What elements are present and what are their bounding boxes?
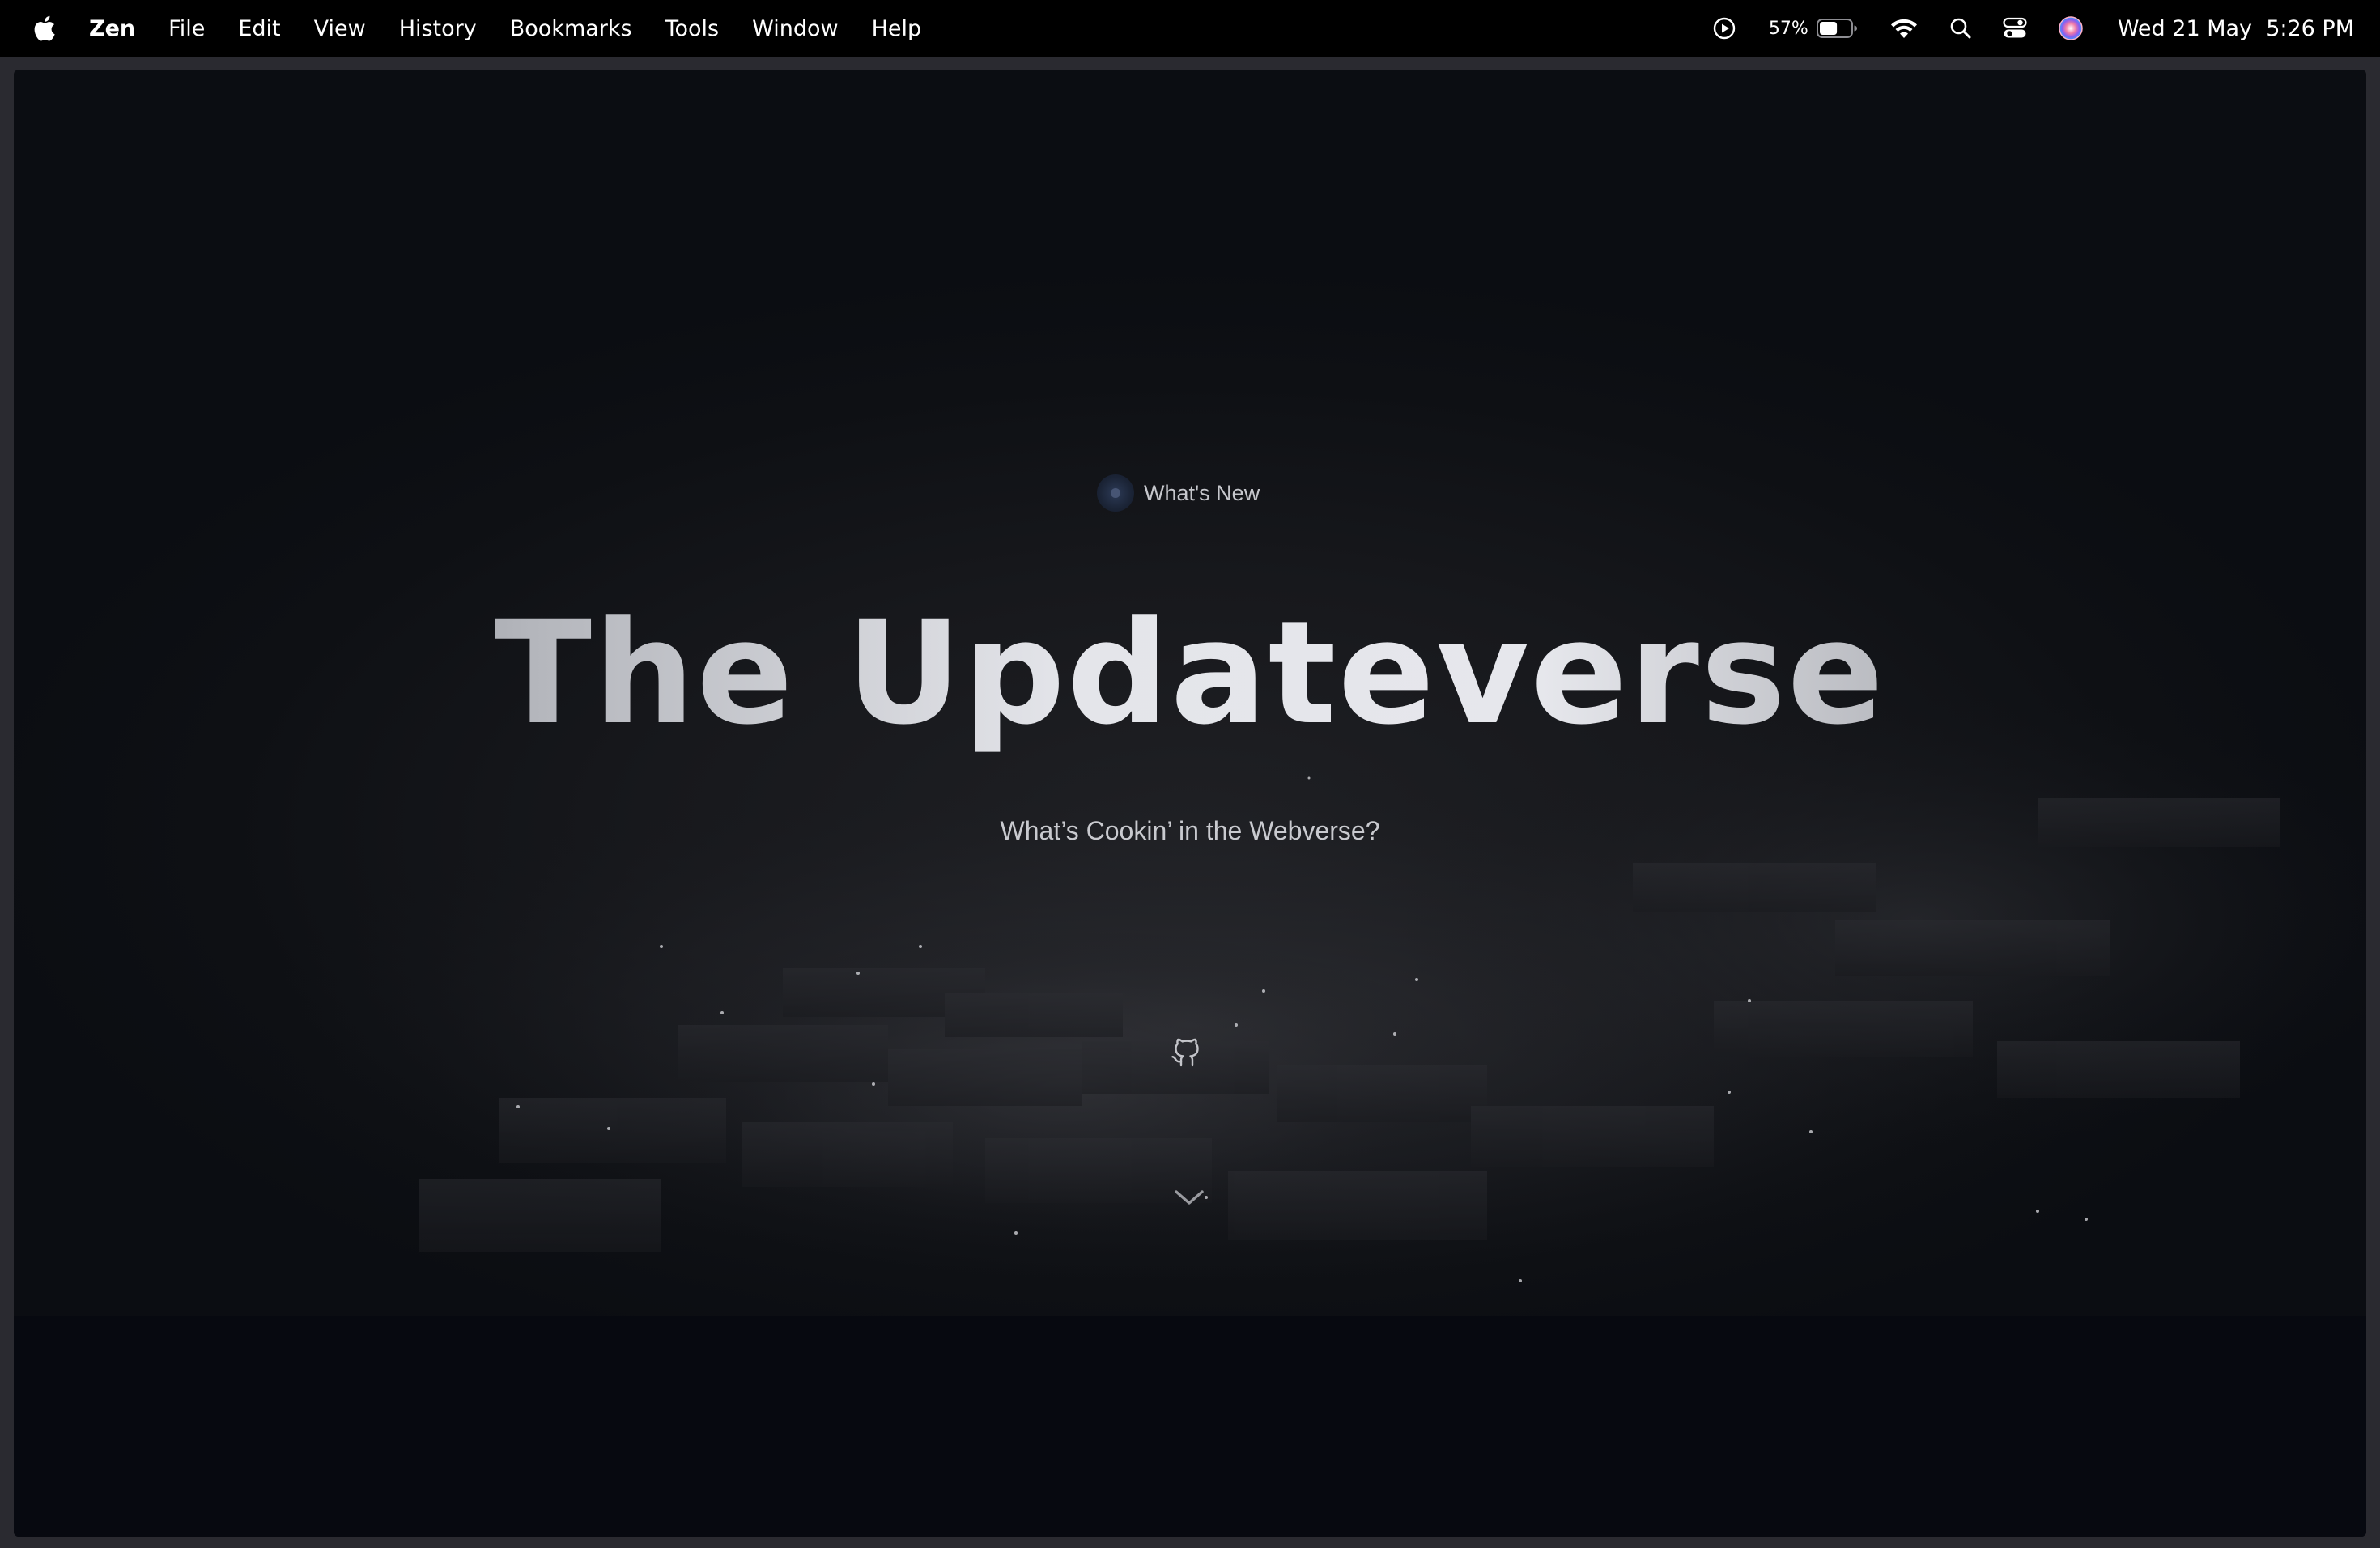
menu-view[interactable]: View: [314, 16, 366, 41]
menu-zen[interactable]: Zen: [89, 16, 135, 41]
web-page[interactable]: What's New The Updateverse What’s Cookin…: [14, 70, 2366, 1537]
menu-history[interactable]: History: [399, 16, 477, 41]
menu-window[interactable]: Window: [752, 16, 838, 41]
badge-dot-icon: [1097, 474, 1134, 512]
menubar-clock[interactable]: Wed 21 May 5:26 PM: [2118, 16, 2354, 41]
status-area: 57% Wed 21 May 5:26 PM: [1712, 0, 2354, 57]
hero-title: The Updateverse: [14, 588, 2366, 759]
menu-file[interactable]: File: [168, 16, 205, 41]
battery-icon[interactable]: [1816, 19, 1857, 38]
wifi-icon[interactable]: [1889, 17, 1919, 40]
menu-bookmarks[interactable]: Bookmarks: [510, 16, 632, 41]
control-center-icon[interactable]: [2003, 17, 2027, 40]
badge-label: What's New: [1144, 480, 1260, 505]
now-playing-icon[interactable]: [1712, 16, 1736, 40]
spotlight-search-icon[interactable]: [1949, 17, 1972, 40]
github-octocat-icon[interactable]: [1167, 1030, 1212, 1075]
siri-icon[interactable]: [2058, 15, 2084, 41]
clock-date: Wed 21 May: [2117, 15, 2253, 41]
menu-tools[interactable]: Tools: [665, 16, 720, 41]
browser-window: What's New The Updateverse What’s Cookin…: [0, 57, 2380, 1548]
page-lower-section: [14, 1316, 2366, 1537]
hero-subtitle: What’s Cookin’ in the Webverse?: [1000, 816, 1380, 845]
menu-bar: Zen File Edit View History Bookmarks Too…: [0, 0, 2380, 57]
clock-time: 5:26 PM: [2266, 15, 2354, 41]
whats-new-badge[interactable]: What's New: [1097, 471, 1260, 515]
menu-edit[interactable]: Edit: [238, 16, 280, 41]
battery-percentage: 57%: [1768, 18, 1808, 39]
menu-help[interactable]: Help: [872, 16, 922, 41]
chevron-down-icon[interactable]: [1167, 1184, 1212, 1213]
apple-logo-icon[interactable]: [31, 14, 57, 43]
